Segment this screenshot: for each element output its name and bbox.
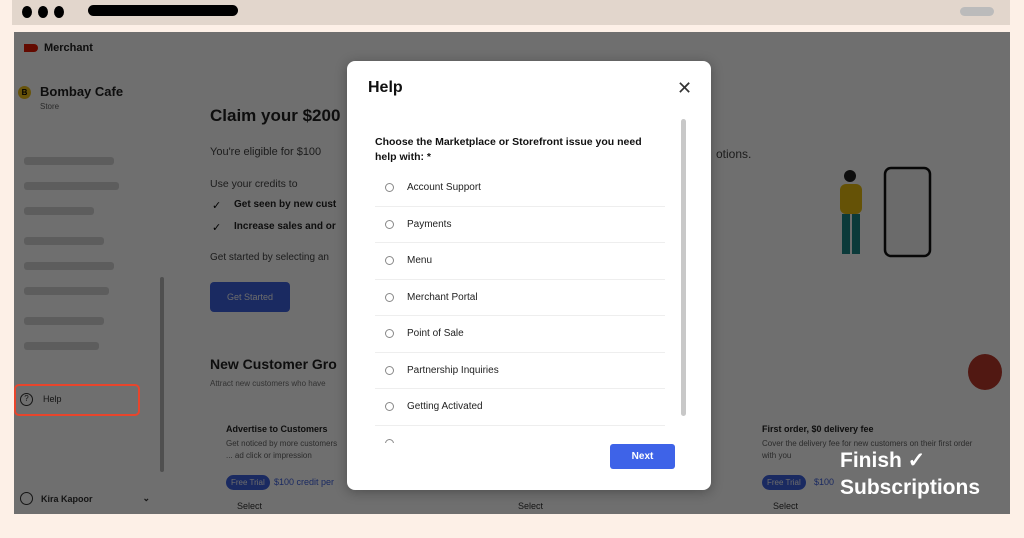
option-label: Merchant Portal [407,291,478,303]
sidebar-item[interactable] [24,157,114,165]
option-payments[interactable]: Payments [375,207,665,243]
help-highlight [14,384,140,416]
free-trial-badge: Free Trial [762,475,806,490]
radio-icon[interactable] [385,402,394,412]
card-description: Get noticed by more customers ... ad cli… [226,439,338,460]
benefit: Get seen by new cust [234,199,337,210]
radio-icon[interactable] [385,365,394,375]
option-label: Account Support [407,182,481,194]
select-button[interactable]: Select [773,501,798,511]
sidebar-item[interactable] [24,287,109,295]
option-menu[interactable]: Menu [375,243,665,280]
option-label: Getting Activated [407,401,483,413]
radio-icon[interactable] [385,219,394,229]
chevron-down-icon: ⌄ [142,493,150,503]
option-label: Menu [407,255,433,267]
radio-icon[interactable] [385,183,394,193]
get-started-text: Get started by selecting an [210,252,329,263]
close-icon[interactable]: ✕ [677,78,692,99]
sidebar-item[interactable] [24,237,104,245]
page-title: Claim your $200 [210,106,341,125]
user-name: Kira Kapoor [41,493,93,504]
get-started-button[interactable]: Get Started [210,282,290,312]
option-label: Partnership Inquiries [407,364,499,376]
select-button[interactable]: Select [518,501,543,511]
use-credits-text: Use your credits to [210,178,298,190]
next-button[interactable]: Next [610,444,675,469]
sidebar-item[interactable] [24,207,94,215]
card-title: First order, $0 delivery fee [762,424,874,434]
benefit: Increase sales and or [234,221,336,232]
user-icon [20,492,33,505]
window-dot-icon [22,6,32,18]
option-merchant-portal[interactable]: Merchant Portal [375,280,665,316]
radio-icon[interactable] [385,256,394,266]
promo-illustration [840,166,932,258]
card-title: Advertise to Customers [226,424,328,434]
store-switcher[interactable]: B Bombay Cafe Store [18,84,158,114]
store-name: Bombay Cafe [40,84,124,99]
watermark: Finish ✓ Subscriptions [840,447,980,501]
watermark-line: Subscriptions [840,476,981,499]
radio-icon[interactable] [385,438,394,443]
check-icon: ✓ [212,222,222,234]
radio-icon[interactable] [385,292,394,302]
option-clipped[interactable] [375,426,665,443]
store-type: Store [40,102,60,111]
sidebar-item[interactable] [24,262,114,270]
question-label: Choose the Marketplace or Storefront iss… [375,136,642,163]
credit-text: $100 credit per [274,477,335,487]
option-partnership-inquiries[interactable]: Partnership Inquiries [375,353,665,389]
issue-options: Account Support Payments Menu Merchant P… [375,170,665,443]
option-label: Payments [407,218,452,230]
eligible-text-tail: otions. [716,147,752,161]
credit-text: $100 [814,477,835,487]
help-modal: Help ✕ Choose the Marketplace or Storefr… [347,61,711,490]
brand: Merchant [24,42,93,54]
url-bar[interactable] [88,5,238,16]
window-dot-icon [54,6,64,18]
free-trial-badge: Free Trial [226,475,270,490]
brand-name: Merchant [44,42,93,54]
check-icon: ✓ [212,200,222,212]
section-subtitle: Attract new customers who have [210,379,326,388]
select-button[interactable]: Select [237,501,262,511]
window-dot-icon [38,6,48,18]
option-getting-activated[interactable]: Getting Activated [375,389,665,426]
eligible-text: You're eligible for $100 [210,146,322,158]
option-point-of-sale[interactable]: Point of Sale [375,316,665,353]
modal-scrollbar[interactable] [681,119,686,416]
watermark-line: Finish ✓ [840,449,926,472]
store-avatar: B [18,86,31,99]
sidebar-item[interactable] [24,317,104,325]
radio-icon[interactable] [385,329,394,339]
section-title: New Customer Gro [210,356,337,372]
option-account-support[interactable]: Account Support [375,170,665,207]
browser-bar [12,0,1010,25]
modal-title: Help [368,79,403,96]
option-label: Point of Sale [407,328,464,340]
customers-illustration [968,354,1002,390]
sidebar: Merchant B Bombay Cafe Store ? Help Kira … [14,32,164,514]
sidebar-item[interactable] [24,342,99,350]
doordash-logo-icon [24,44,38,52]
user-menu[interactable]: Kira Kapoor ⌄ [20,492,150,505]
sidebar-scrollbar[interactable] [160,277,164,472]
sidebar-item[interactable] [24,182,119,190]
browser-control [960,7,994,16]
